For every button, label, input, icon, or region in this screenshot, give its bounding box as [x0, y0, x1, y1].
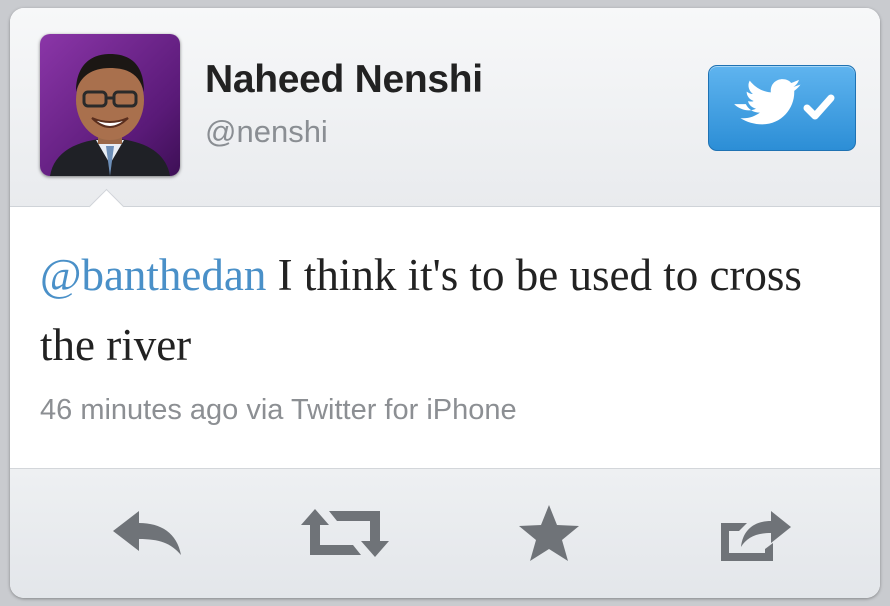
twitter-bird-check-icon — [734, 79, 835, 125]
favorite-button[interactable] — [504, 493, 594, 573]
share-button[interactable] — [710, 493, 800, 573]
star-icon — [519, 505, 579, 561]
retweet-button[interactable] — [300, 493, 390, 573]
follow-button[interactable] — [708, 65, 856, 151]
share-icon — [721, 511, 791, 561]
mention-link[interactable]: @banthedan — [40, 250, 266, 300]
user-name[interactable]: Naheed Nenshi — [205, 58, 483, 102]
tweet-header: Naheed Nenshi @nenshi — [10, 8, 880, 207]
tweet-card: Naheed Nenshi @nenshi @banthedan I think… — [10, 8, 880, 598]
reply-button[interactable] — [102, 493, 192, 573]
avatar-photo — [50, 54, 170, 176]
tweet-meta[interactable]: 46 minutes ago via Twitter for iPhone — [40, 394, 517, 427]
reply-icon — [113, 511, 181, 555]
avatar[interactable] — [40, 34, 180, 176]
tweet-text: @banthedan I think it's to be used to cr… — [40, 240, 860, 380]
user-handle[interactable]: @nenshi — [205, 114, 328, 150]
action-bar — [10, 468, 880, 598]
retweet-icon — [301, 509, 389, 557]
